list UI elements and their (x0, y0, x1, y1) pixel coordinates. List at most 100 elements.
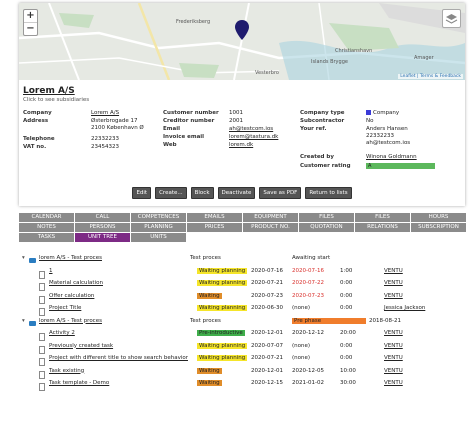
tab-product-no[interactable]: Product no. (243, 223, 298, 232)
created-by-value[interactable]: Winona Goldmann (366, 154, 417, 161)
layers-icon[interactable] (442, 9, 461, 28)
tree-process: Test proces (190, 317, 221, 324)
tree-row[interactable]: Task template - Demo Waiting 2020-12-15 … (19, 377, 466, 391)
map-marker-icon[interactable] (235, 20, 249, 40)
assignee[interactable]: VENTU (384, 293, 403, 299)
assignee[interactable]: VENTU (384, 343, 403, 349)
email-label: Email (163, 126, 180, 132)
map-canvas[interactable] (19, 3, 465, 80)
caret-down-icon[interactable]: ▾ (22, 318, 25, 324)
map-attribution[interactable]: Leaflet | Terms & Feedback (398, 74, 463, 79)
tree-row[interactable]: Project Title Waiting planning 2020-06-3… (19, 302, 466, 316)
web-value[interactable]: lorem.dk (229, 142, 253, 149)
task-name[interactable]: Task existing (49, 368, 84, 374)
start-date: 2020-06-30 (251, 305, 283, 311)
return-button[interactable]: Return to lists (305, 187, 352, 199)
subsidiaries-hint[interactable]: Click to see subsidiaries (23, 97, 89, 103)
tab-tasks[interactable]: Tasks (19, 233, 74, 242)
tree-row[interactable]: ▾ lorem A/S - Test proces Test proces Aw… (19, 252, 466, 265)
tab-equipment[interactable]: Equipment (243, 213, 298, 222)
invoice-email-value[interactable]: lorem@tastura.dk (229, 134, 278, 141)
task-name[interactable]: Project with different title to show sea… (49, 355, 188, 361)
deactivate-button[interactable]: Deactivate (217, 187, 256, 199)
tab-units[interactable]: Units (131, 233, 186, 242)
status-badge: Pre-introductive (197, 330, 245, 336)
task-name[interactable]: Offer calculation (49, 293, 94, 299)
tree-phase: Awaiting start (292, 255, 331, 261)
task-name[interactable]: Material calculation (49, 280, 103, 286)
hours: 20:00 (340, 330, 356, 336)
map-label: Frederiksberg (176, 19, 211, 25)
end-date: (none) (292, 305, 311, 311)
tree-row[interactable]: 1 Waiting planning 2020-07-16 2020-07-16… (19, 265, 466, 279)
email-value[interactable]: ah@testcom.ios (229, 126, 273, 133)
hours: 0:00 (340, 355, 353, 361)
assignee[interactable]: Jessica Jackson (384, 305, 425, 311)
tree-row[interactable]: Material calculation Waiting planning 20… (19, 277, 466, 291)
creditor-number-value: 2001 (229, 118, 243, 124)
assignee[interactable]: VENTU (384, 330, 403, 336)
tab-competences[interactable]: Competences (131, 213, 186, 222)
tree-folder-name[interactable]: lorem A/S - Test proces (39, 318, 102, 324)
tree-row[interactable]: Task existing Waiting 2020-12-01 2020-12… (19, 365, 466, 379)
tab-quotation[interactable]: Quotation (299, 223, 354, 232)
address-line1: Østerbrogade 17 (91, 118, 138, 124)
caret-down-icon[interactable]: ▾ (22, 255, 25, 261)
map-label: Islands Brygge (311, 59, 348, 65)
map-label: Christianshavn (335, 48, 373, 54)
tab-prices[interactable]: Prices (187, 223, 242, 232)
task-name[interactable]: Project Title (49, 305, 81, 311)
tree-folder-name[interactable]: lorem A/S - Test proces (39, 255, 102, 261)
action-buttons: Edit Create... Block Deactivate Save as … (19, 187, 465, 199)
company-title[interactable]: Lorem A/S (23, 86, 75, 96)
zoom-out-button[interactable]: − (24, 23, 37, 35)
assignee[interactable]: VENTU (384, 368, 403, 374)
task-name[interactable]: 1 (49, 268, 53, 274)
telephone-value: 22332233 (91, 136, 119, 142)
hours: 30:00 (340, 380, 356, 386)
tree-row[interactable]: ▾ lorem A/S - Test proces Test proces Pr… (19, 315, 466, 328)
tree-row[interactable]: Offer calculation Waiting 2020-07-23 202… (19, 290, 466, 304)
tabs-row-3: Tasks Unit Tree Units (19, 233, 466, 242)
tab-notes[interactable]: Notes (19, 223, 74, 232)
customer-rating-value: A (366, 163, 435, 169)
edit-button[interactable]: Edit (132, 187, 152, 199)
block-button[interactable]: Block (190, 187, 214, 199)
tree-row[interactable]: Previously created task Waiting planning… (19, 340, 466, 354)
zoom-in-button[interactable]: + (24, 10, 37, 23)
assignee[interactable]: VENTU (384, 280, 403, 286)
task-name[interactable]: Previously created task (49, 343, 113, 349)
tab-hours[interactable]: Hours (411, 213, 466, 222)
assignee[interactable]: VENTU (384, 355, 403, 361)
tree-row[interactable]: Project with different title to show sea… (19, 352, 466, 366)
save-pdf-button[interactable]: Save as PDF (259, 187, 302, 199)
start-date: 2020-12-01 (251, 330, 283, 336)
company-value[interactable]: Lorem A/S (91, 110, 119, 117)
hours: 10:00 (340, 367, 356, 374)
tree-row[interactable]: Activity 2 Pre-introductive 2020-12-01 2… (19, 327, 466, 341)
tab-calendar[interactable]: Calendar (19, 213, 74, 222)
telephone-label: Telephone (23, 136, 55, 142)
customer-rating-label: Customer rating (300, 163, 351, 169)
tab-call[interactable]: Call (75, 213, 130, 222)
tab-relations[interactable]: Relations (355, 223, 410, 232)
task-name[interactable]: Activity 2 (49, 330, 75, 336)
end-date: 2021-01-02 (292, 380, 324, 386)
hours: 0:00 (340, 305, 353, 311)
address-line2: 2100 København Ø (91, 125, 144, 131)
map[interactable]: + − Frederiksberg Christianshavn Vesterb… (19, 3, 465, 80)
tab-files[interactable]: Files (299, 213, 354, 222)
end-date: 2020-12-12 (292, 330, 324, 336)
tab-persons[interactable]: Persons (75, 223, 130, 232)
tab-subscription[interactable]: Subscription (411, 223, 466, 232)
tab-unit-tree[interactable]: Unit Tree (75, 233, 130, 242)
tab-files-2[interactable]: Files (355, 213, 410, 222)
tab-planning[interactable]: Planning (131, 223, 186, 232)
task-name[interactable]: Task template - Demo (49, 380, 109, 386)
create-button[interactable]: Create... (155, 187, 187, 199)
assignee[interactable]: VENTU (384, 268, 403, 274)
tab-emails[interactable]: Emails (187, 213, 242, 222)
end-date: 2020-07-23 (292, 292, 324, 299)
start-date: 2020-07-21 (251, 280, 283, 286)
assignee[interactable]: VENTU (384, 380, 403, 386)
